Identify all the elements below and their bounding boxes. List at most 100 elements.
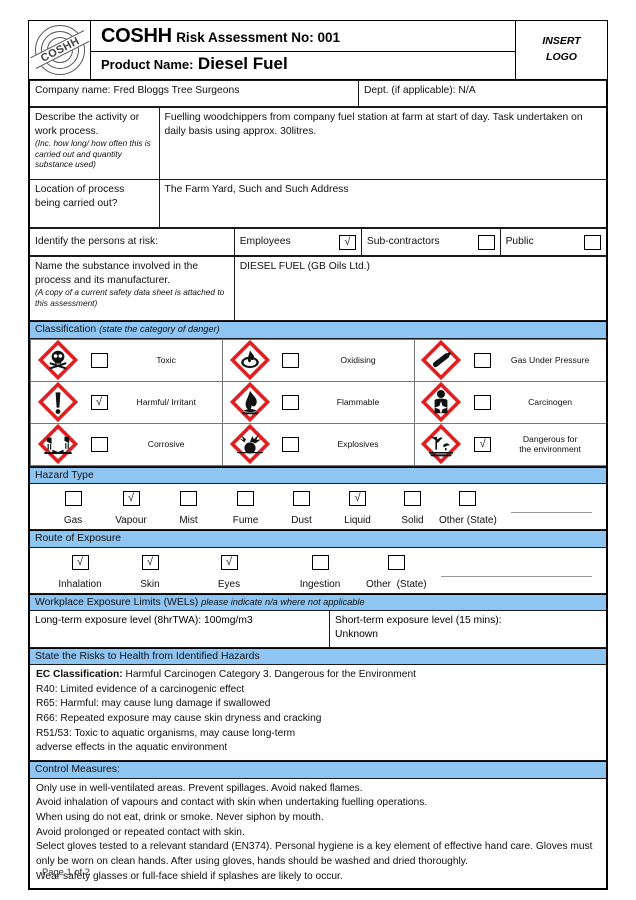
classification-oxidising-label: Oxidising [340,354,376,365]
classification-harmful-irritant-checkbox[interactable] [90,394,108,410]
classification-gas-under-pressure-checkbox[interactable] [474,352,492,368]
persons-option-employees-checkbox[interactable] [338,234,356,250]
hazard-type-other-checkbox[interactable] [459,491,477,507]
classification-dangerous-environment-checkbox[interactable] [474,436,492,452]
persons-option-subcontractors-checkbox[interactable] [477,234,495,250]
classification-explosives-checkbox[interactable] [282,436,300,452]
wels-heading-note: please indicate n/a where not applicable [201,596,365,607]
route-state-label: (State) [396,578,427,590]
title-row: COSHH Risk Assessment No: 001 [90,20,516,52]
classification-item-flammable[interactable]: Flammable [276,380,415,424]
route-skin-checkbox[interactable] [141,554,159,570]
hazard-type-liquid-label: Liquid [344,515,371,526]
classification-carcinogen-checkbox[interactable] [474,394,492,410]
ghs-skull-crossbones-icon [30,338,85,382]
route-of-exposure-options: Inhalation Skin Eyes Ingestion Other (St… [28,547,608,594]
hazard-type-option-gas[interactable]: Gas [44,490,102,526]
wels-heading-text: Workplace Exposure Limits (WELs) [35,596,199,608]
hazard-type-option-liquid[interactable]: Liquid [329,490,386,526]
classification-item-oxidising[interactable]: Oxidising [276,338,415,382]
hazard-type-option-mist[interactable]: Mist [160,490,217,526]
route-option-inhalation[interactable]: Inhalation [44,554,116,590]
control-measure-line: Avoid inhalation of vapours and contact … [36,797,428,809]
activity-value-cell: Fuelling woodchippers from company fuel … [158,107,607,180]
risks-line: R51/53: Toxic to aquatic organisms, may … [36,727,296,739]
route-eyes-checkbox[interactable] [220,554,238,570]
hazard-type-dust-checkbox[interactable] [293,491,310,507]
hazard-type-option-solid[interactable]: Solid [386,490,439,526]
product-row: Product Name: Diesel Fuel [90,50,516,81]
classification-item-harmful-irritant[interactable]: Harmful/ Irritant [84,380,223,424]
hazard-type-gas-checkbox[interactable] [64,491,82,507]
route-other-checkbox[interactable] [387,554,405,570]
location-value-cell: The Farm Yard, Such and Such Address [158,179,607,228]
classification-heading: Classification (state the category of da… [28,321,608,339]
persons-option-public[interactable]: Public [499,228,607,256]
assessment-number: Risk Assessment No: 001 [176,30,341,46]
hazard-type-solid-checkbox[interactable] [404,491,421,507]
classification-item-dangerous-environment[interactable]: Dangerous for the environment [468,422,606,466]
classification-flammable-label: Flammable [336,396,380,407]
ghs-flame-icon [221,380,277,424]
route-ingestion-checkbox[interactable] [311,554,329,570]
hazard-type-option-vapour[interactable]: Vapour [102,490,160,526]
ghs-exclamation-mark-icon [30,380,85,424]
hazard-type-solid-label: Solid [401,515,424,526]
route-option-other[interactable]: Other (State) [366,554,427,590]
route-inhalation-checkbox[interactable] [71,554,89,570]
classification-heading-text: Classification [35,324,97,335]
company-name-cell: Company name: Fred Bloggs Tree Surgeons [29,80,359,107]
hazard-type-option-dust[interactable]: Dust [274,490,329,526]
dept-cell: Dept. (if applicable): N/A [357,80,607,107]
route-inhalation-label: Inhalation [58,578,102,590]
hazard-type-option-other[interactable]: Other (State) [439,490,497,526]
persons-option-employees[interactable]: Employees [233,228,362,256]
hazard-type-vapour-checkbox[interactable] [122,491,140,507]
substance-label-line2: process and its manufacturer. [35,274,171,286]
classification-item-gas-under-pressure[interactable]: Gas Under Pressure [468,338,606,382]
control-measures-body: Only use in well-ventilated areas. Preve… [28,778,608,891]
ghs-exploding-bomb-icon [221,422,277,466]
route-ingestion-label: Ingestion [299,578,341,590]
hazard-type-vapour-label: Vapour [115,515,147,526]
route-option-skin[interactable]: Skin [116,554,184,590]
activity-label-cell: Describe the activity or work process. (… [29,107,160,180]
persons-option-public-checkbox[interactable] [584,234,601,250]
persons-at-risk-label: Identify the persons at risk: [29,228,235,256]
control-measure-line: Wear safety glasses or full-face shield … [36,870,343,882]
hazard-type-gas-label: Gas [63,515,83,526]
persons-option-subcontractors[interactable]: Sub-contractors [360,228,501,256]
persons-at-risk-section: Identify the persons at risk: Employees … [28,228,608,256]
insert-logo-placeholder: INSERT LOGO [515,20,608,80]
risks-line: R65: Harmful: may cause lung damage if s… [36,698,271,710]
classification-corrosive-checkbox[interactable] [90,436,108,452]
hazard-type-state-input[interactable] [510,512,592,513]
location-label-cell: Location of process being carried out? [29,179,160,228]
form-header: COSHH COSHH Risk Assessment No: 001 INSE… [28,20,608,81]
classification-item-carcinogen[interactable]: Carcinogen [468,380,606,424]
ghs-corrosion-icon [30,422,85,466]
route-option-ingestion[interactable]: Ingestion [274,554,366,590]
classification-row: Harmful/ Irritant Flammable Carcinogen [30,380,606,424]
classification-item-explosives[interactable]: Explosives [276,422,415,466]
hazard-type-options: Gas Vapour Mist Fume Dust Liquid [28,484,608,530]
classification-explosives-label: Explosives [337,438,379,449]
classification-item-toxic[interactable]: Toxic [84,338,223,382]
wels-values: Long-term exposure level (8hrTWA): 100mg… [28,611,608,648]
route-state-input[interactable] [440,575,592,577]
classification-item-corrosive[interactable]: Corrosive [84,422,223,466]
product-name-value: Diesel Fuel [197,53,288,73]
hazard-type-mist-checkbox[interactable] [180,491,197,507]
wels-short-term-value: Unknown [335,628,378,640]
classification-row: Corrosive Explosives Dangerous for the e… [30,422,606,466]
route-option-eyes[interactable]: Eyes [184,554,274,590]
classification-toxic-checkbox[interactable] [90,352,108,368]
hazard-type-option-fume[interactable]: Fume [217,490,274,526]
classification-carcinogen-label: Carcinogen [528,396,573,407]
hazard-type-heading-text: Hazard Type [35,469,94,481]
hazard-type-fume-checkbox[interactable] [237,491,254,507]
classification-oxidising-checkbox[interactable] [282,352,300,368]
hazard-type-dust-label: Dust [291,515,312,526]
hazard-type-liquid-checkbox[interactable] [349,491,366,507]
classification-flammable-checkbox[interactable] [282,394,300,410]
